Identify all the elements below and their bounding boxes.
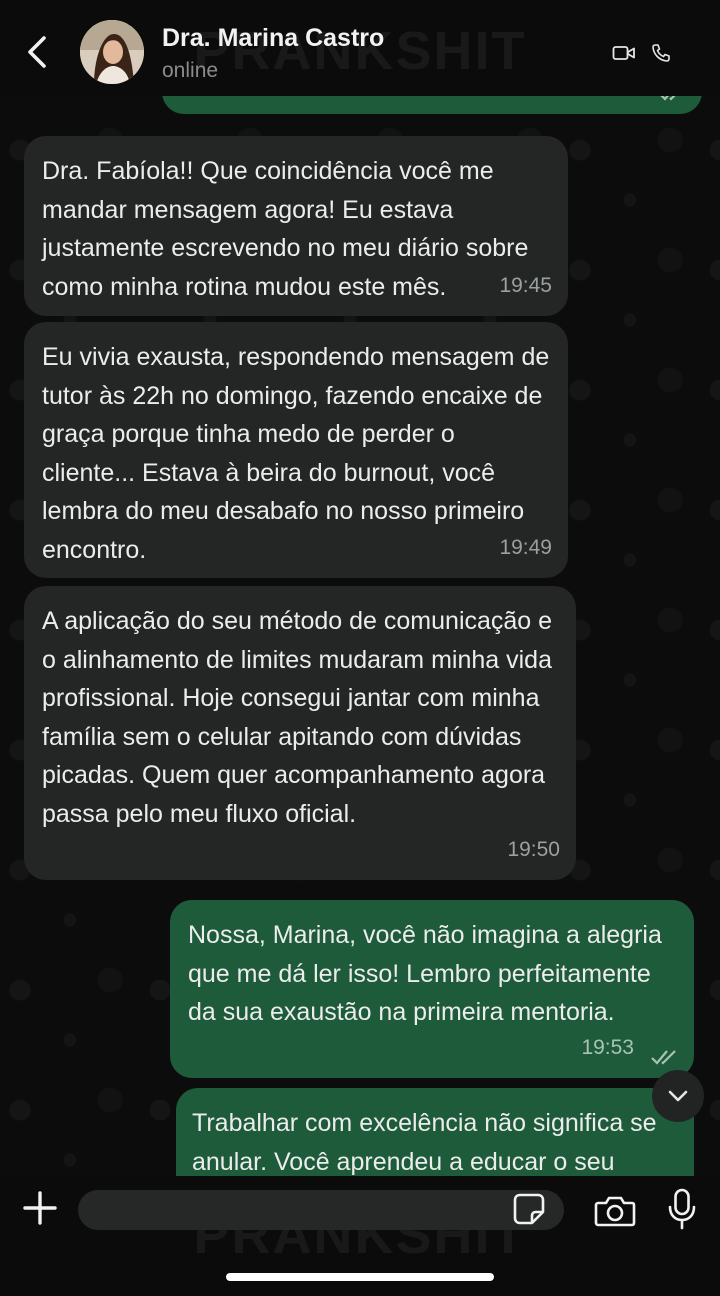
message-text: Dra. Fabíola!! Que coincidência você me …: [42, 157, 529, 301]
scroll-to-bottom-button[interactable]: [652, 1070, 704, 1122]
double-check-icon: [651, 1050, 676, 1065]
video-call-icon[interactable]: [612, 44, 636, 62]
plus-icon[interactable]: [22, 1190, 58, 1226]
contact-name[interactable]: Dra. Marina Castro: [162, 24, 384, 53]
message-input[interactable]: [78, 1190, 564, 1230]
back-chevron-icon[interactable]: [20, 30, 54, 74]
sticker-icon[interactable]: [512, 1192, 546, 1226]
message-time: 19:49: [499, 536, 552, 560]
home-indicator[interactable]: [226, 1273, 494, 1281]
contact-status: online: [162, 59, 219, 82]
chat-header: PRANKSHIT Dra. Marina Castro online: [0, 0, 720, 96]
message-time: 19:45: [499, 274, 552, 298]
microphone-icon[interactable]: [666, 1188, 698, 1230]
message-time: 19:50: [507, 838, 560, 862]
message-bubble-incoming[interactable]: Eu vivia exausta, respondendo mensagem d…: [24, 322, 568, 578]
message-text: Eu vivia exausta, respondendo mensagem d…: [42, 343, 550, 564]
avatar-portrait: [80, 20, 144, 84]
camera-icon[interactable]: [594, 1194, 636, 1228]
avatar[interactable]: [80, 20, 144, 84]
phone-icon[interactable]: [650, 42, 672, 64]
message-bubble-incoming[interactable]: A aplicação do seu método de comunicação…: [24, 586, 576, 880]
message-text: Trabalhar com excelência não significa s…: [192, 1109, 657, 1176]
message-text: A aplicação do seu método de comunicação…: [42, 607, 553, 828]
message-time: 19:53: [581, 1036, 634, 1060]
chevron-down-icon: [668, 1090, 688, 1102]
message-bubble-incoming[interactable]: Dra. Fabíola!! Que coincidência você me …: [24, 136, 568, 316]
message-bubble-outgoing[interactable]: Nossa, Marina, você não imagina a alegri…: [170, 900, 694, 1078]
message-text: Nossa, Marina, você não imagina a alegri…: [188, 921, 662, 1027]
